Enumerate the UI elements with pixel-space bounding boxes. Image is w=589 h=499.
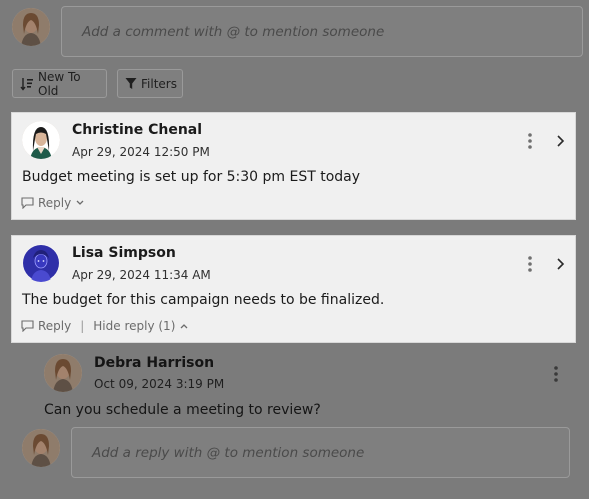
reply-body: Can you schedule a meeting to review?: [44, 402, 321, 418]
reply-author: Debra Harrison: [94, 355, 215, 371]
chevron-down-icon: [76, 200, 84, 205]
current-user-avatar: [22, 429, 60, 467]
comment-date: Apr 29, 2024 11:34 AM: [72, 268, 211, 282]
chevron-right-icon[interactable]: [554, 133, 566, 149]
user-avatar-icon: [22, 429, 60, 467]
reply-date: Oct 09, 2024 3:19 PM: [94, 377, 225, 391]
filters-button[interactable]: Filters: [117, 69, 183, 98]
comment-actions: Reply: [21, 196, 85, 210]
hide-reply-button[interactable]: Hide reply (1): [93, 319, 189, 333]
comment-body: The budget for this campaign needs to be…: [22, 292, 385, 308]
author-avatar: [22, 244, 60, 282]
filters-label: Filters: [141, 76, 177, 91]
user-avatar-icon: [12, 8, 50, 46]
user-avatar-icon: [44, 354, 82, 392]
speech-bubble-icon: [21, 197, 34, 209]
comment-date: Apr 29, 2024 12:50 PM: [72, 145, 210, 159]
comment-body: Budget meeting is set up for 5:30 pm EST…: [22, 169, 361, 185]
comment-author: Lisa Simpson: [72, 245, 176, 261]
sort-descending-icon: [20, 77, 33, 91]
reply-label: Reply: [38, 319, 72, 333]
reply-author-avatar: [44, 354, 82, 392]
current-user-avatar: [12, 8, 50, 46]
user-avatar-icon: [23, 245, 59, 282]
comment-card: Lisa Simpson Apr 29, 2024 11:34 AM The b…: [12, 236, 575, 342]
sort-button[interactable]: New To Old: [12, 69, 107, 98]
reply-input[interactable]: Add a reply with @ to mention someone: [71, 427, 570, 478]
chevron-up-icon: [180, 324, 188, 329]
speech-bubble-icon: [21, 320, 34, 332]
chevron-right-icon[interactable]: [554, 256, 566, 272]
more-options-icon[interactable]: [526, 131, 534, 151]
more-options-icon[interactable]: [552, 364, 560, 384]
comment-actions: Reply | Hide reply (1): [21, 319, 189, 333]
sort-label: New To Old: [38, 69, 81, 98]
comment-author: Christine Chenal: [72, 122, 203, 138]
user-avatar-icon: [22, 121, 60, 159]
reply-button[interactable]: Reply: [21, 196, 85, 210]
comment-card: Christine Chenal Apr 29, 2024 12:50 PM B…: [12, 113, 575, 219]
action-divider: |: [80, 319, 85, 333]
author-avatar: [22, 121, 60, 159]
reply-button[interactable]: Reply: [21, 319, 71, 333]
reply-label: Reply: [38, 196, 72, 210]
hide-reply-label: Hide reply (1): [93, 319, 176, 333]
comment-input[interactable]: Add a comment with @ to mention someone: [61, 6, 583, 57]
more-options-icon[interactable]: [526, 254, 534, 274]
filter-funnel-icon: [125, 78, 137, 89]
